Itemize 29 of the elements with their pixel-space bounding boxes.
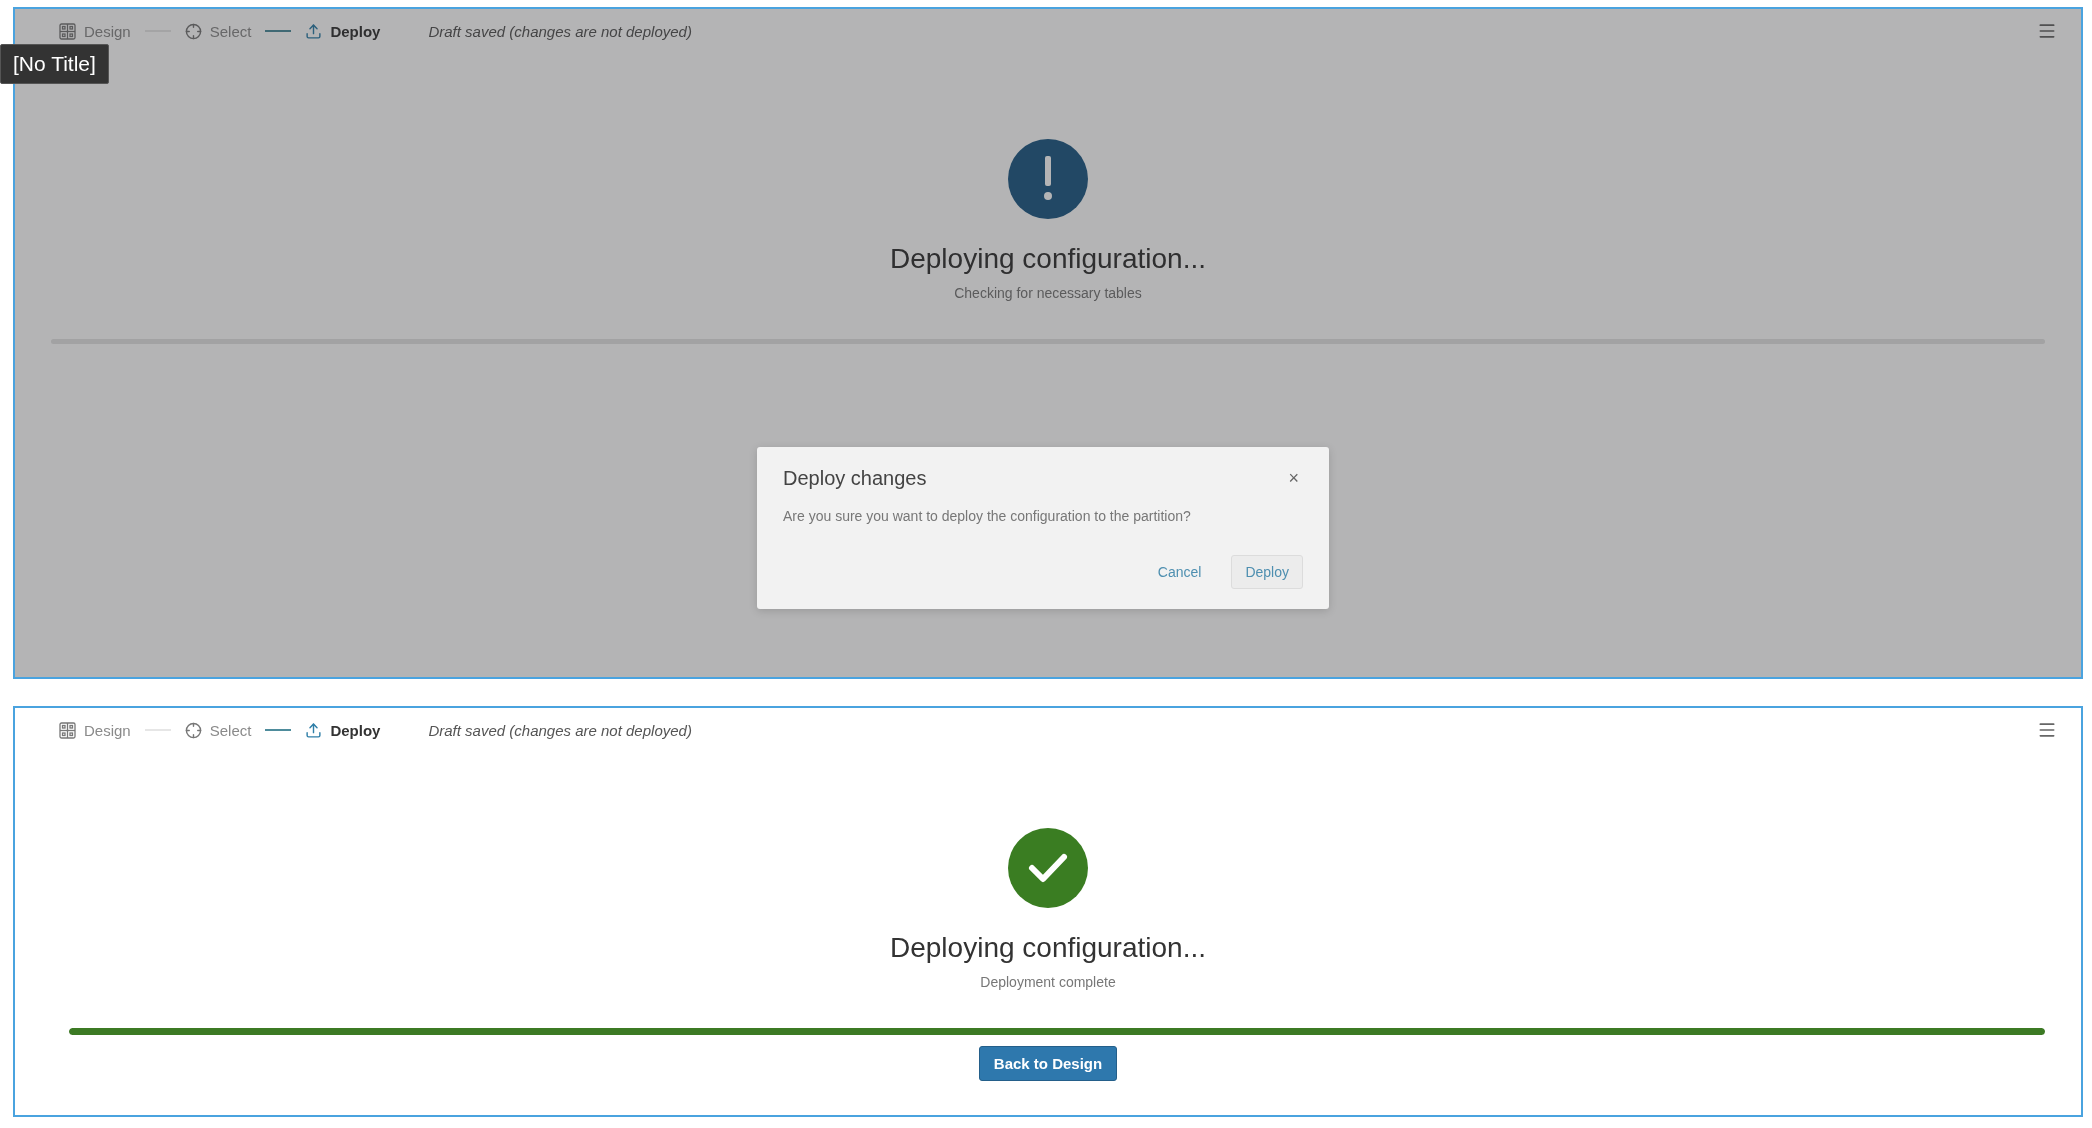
step-label[interactable]: Deploy [330, 22, 381, 40]
progress-title: Deploying configuration... [890, 932, 1206, 964]
progress-subtitle: Checking for necessary tables [954, 285, 1142, 301]
grid-icon [59, 721, 76, 739]
menu-icon[interactable] [2037, 720, 2057, 740]
step-label[interactable]: Select [209, 22, 252, 40]
draft-status: Draft saved (changes are not deployed) [428, 721, 692, 739]
deploy-button[interactable]: Deploy [1231, 555, 1303, 589]
step-label[interactable]: Select [209, 721, 252, 739]
upload-icon [305, 721, 323, 739]
close-button[interactable]: × [1284, 468, 1303, 489]
dialog-message: Are you sure you want to deploy the configuration to the partition? [783, 508, 1192, 524]
back-to-design-button[interactable]: Back to Design [978, 1046, 1118, 1081]
cancel-button[interactable]: Cancel [1143, 555, 1216, 589]
menu-icon[interactable] [2037, 21, 2057, 41]
dialog-title: Deploy changes [783, 467, 927, 490]
upload-icon [305, 22, 323, 40]
title-tooltip: [No Title] [0, 44, 109, 84]
step-label[interactable]: Design [84, 22, 131, 40]
draft-status: Draft saved (changes are not deployed) [428, 22, 692, 40]
step-label[interactable]: Design [84, 721, 131, 739]
checkmark-icon [1008, 828, 1088, 908]
step-label[interactable]: Deploy [330, 721, 381, 739]
crosshair-icon [184, 22, 202, 40]
progress-subtitle: Deployment complete [980, 974, 1116, 990]
progress-title: Deploying configuration... [890, 243, 1206, 275]
alert-icon [1008, 139, 1088, 219]
crosshair-icon [184, 721, 202, 739]
grid-icon [59, 22, 76, 40]
